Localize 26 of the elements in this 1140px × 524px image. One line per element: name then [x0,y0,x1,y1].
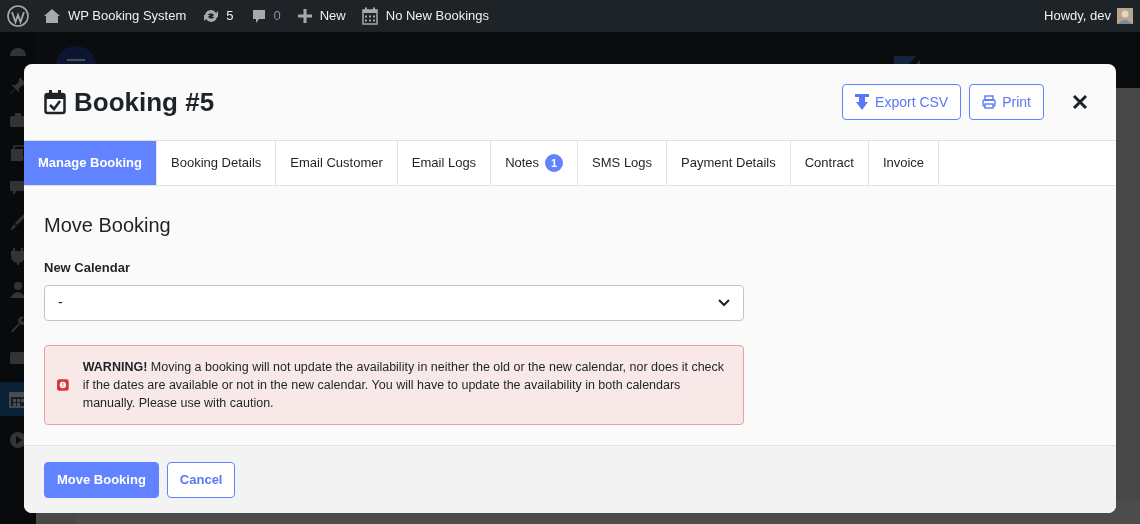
updates-count[interactable]: 5 [226,6,234,26]
printer-icon [982,95,997,109]
chevron-down-icon [718,298,730,307]
field-label: New Calendar [44,259,131,277]
comment-icon[interactable] [250,8,267,24]
modal-title: Booking #5 [74,85,215,119]
calendar-check-icon [44,89,66,115]
print-button[interactable]: Print [969,84,1044,120]
new-link[interactable]: New [319,6,346,26]
section-title: Move Booking [44,213,172,238]
greeting-link[interactable]: Howdy, dev [1044,6,1111,26]
calendar-icon[interactable] [361,7,378,25]
comments-count[interactable]: 0 [273,6,281,26]
close-icon [1072,94,1088,110]
cancel-button[interactable]: Cancel [166,461,236,498]
calendar-select[interactable]: - [44,284,744,321]
warning-message: WARNING! Moving a booking will not update the availability in neither the old or the new calendar, nor does it check if the dates are available or not in the new calendar. You will have to update the availability in both calendars manually. Please use with caution. [82,358,726,412]
bookings-link[interactable]: No New Bookings [385,6,490,26]
wordpress-logo-icon[interactable] [7,5,29,27]
plus-icon[interactable] [297,9,312,23]
site-name-link[interactable]: WP Booking System [68,6,187,26]
refresh-icon[interactable] [202,8,221,24]
count-badge: 1 [545,154,564,172]
home-icon[interactable] [43,8,61,24]
download-icon [855,94,870,110]
export-button[interactable]: Export CSV [842,84,962,120]
